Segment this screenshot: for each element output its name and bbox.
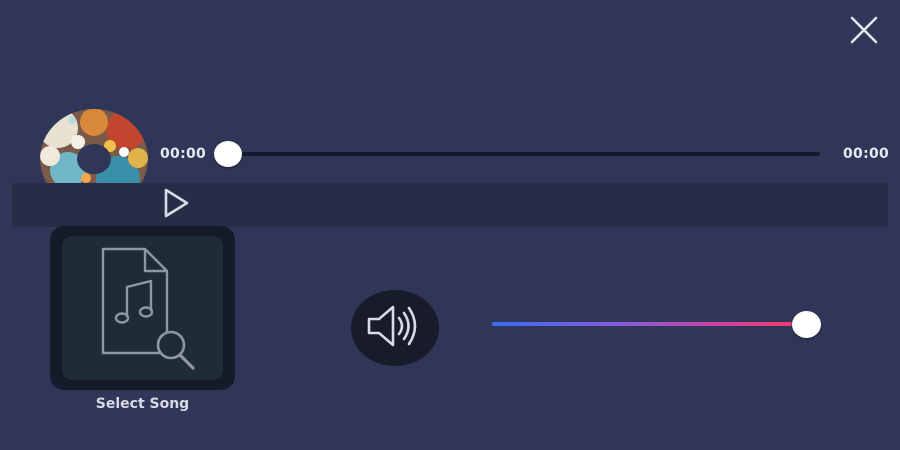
progress-slider-thumb[interactable] xyxy=(214,141,242,167)
volume-slider-track[interactable] xyxy=(492,322,792,326)
volume-slider-thumb[interactable] xyxy=(792,311,821,338)
music-file-search-icon xyxy=(83,241,203,375)
select-song-card xyxy=(62,236,223,380)
volume-button[interactable] xyxy=(351,290,439,366)
total-time: 00:00 xyxy=(843,146,890,162)
close-button[interactable] xyxy=(846,14,882,50)
close-icon xyxy=(849,15,879,49)
play-button[interactable] xyxy=(158,186,194,224)
current-time: 00:00 xyxy=(160,146,207,162)
select-song-button[interactable] xyxy=(50,226,235,390)
play-icon xyxy=(160,186,192,224)
progress-slider-track[interactable] xyxy=(228,152,820,156)
select-song-label: Select Song xyxy=(95,396,190,412)
speaker-volume-icon xyxy=(365,302,425,354)
control-bar xyxy=(12,183,888,227)
